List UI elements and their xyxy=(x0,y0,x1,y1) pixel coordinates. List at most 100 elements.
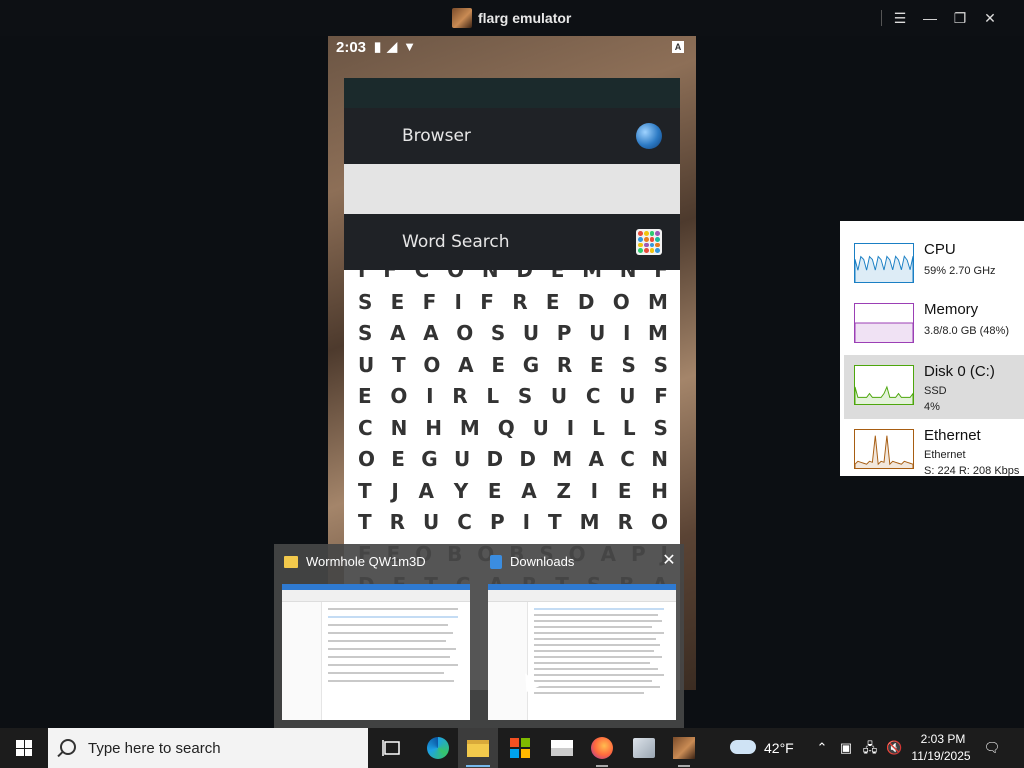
start-button[interactable] xyxy=(0,728,48,768)
word-search-letter[interactable]: A xyxy=(458,353,473,377)
word-search-letter[interactable]: C xyxy=(586,384,601,408)
word-search-letter[interactable]: F xyxy=(423,290,437,314)
task-manager-item[interactable]: Memory 3.8/8.0 GB (48%) xyxy=(844,293,1024,357)
word-search-letter[interactable]: F xyxy=(654,270,668,282)
word-search-letter[interactable]: A xyxy=(390,321,405,345)
word-search-letter[interactable]: O xyxy=(358,447,375,471)
word-search-letter[interactable]: R xyxy=(452,384,467,408)
word-search-letter[interactable]: O xyxy=(447,270,464,282)
thumbnail-close-button[interactable]: ✕ xyxy=(658,550,680,572)
word-search-letter[interactable]: I xyxy=(523,510,530,534)
thumbnail-downloads[interactable]: Downloads ✕ xyxy=(480,544,684,728)
word-search-letter[interactable]: U xyxy=(589,321,605,345)
word-search-letter[interactable]: C xyxy=(620,447,635,471)
word-search-letter[interactable]: C xyxy=(358,416,373,440)
task-manager-item[interactable]: Disk 0 (C:) SSD 4% xyxy=(844,355,1024,419)
word-search-letter[interactable]: S xyxy=(653,416,667,440)
word-search-letter[interactable]: E xyxy=(488,479,502,503)
word-search-letter[interactable]: S xyxy=(518,384,532,408)
word-search-letter[interactable]: C xyxy=(457,510,472,534)
taskbar-search-box[interactable]: Type here to search xyxy=(48,728,368,768)
microsoft-store-button[interactable] xyxy=(500,728,540,768)
clock-time[interactable]: 2:03 PM xyxy=(916,732,970,746)
word-search-letter[interactable]: H xyxy=(425,416,442,440)
chevron-up-icon[interactable]: ⌃ xyxy=(814,740,830,756)
recent-card-browser[interactable]: Browser xyxy=(344,108,680,214)
word-search-letter[interactable]: M xyxy=(460,416,480,440)
word-search-letter[interactable]: Q xyxy=(498,416,515,440)
word-search-letter[interactable]: A xyxy=(423,321,438,345)
word-search-letter[interactable]: E xyxy=(491,353,505,377)
word-search-letter[interactable]: D xyxy=(486,447,503,471)
edge-button[interactable] xyxy=(418,728,458,768)
word-search-letter[interactable]: N xyxy=(482,270,499,282)
word-search-letter[interactable]: M xyxy=(648,321,668,345)
word-search-letter[interactable]: O xyxy=(456,321,473,345)
meet-now-icon[interactable]: ▣ xyxy=(838,740,854,756)
word-search-letter[interactable]: U xyxy=(533,416,549,440)
word-search-letter[interactable]: S xyxy=(654,353,668,377)
word-search-letter[interactable]: F xyxy=(654,384,668,408)
word-search-letter[interactable]: O xyxy=(423,353,440,377)
word-search-letter[interactable]: L xyxy=(486,384,499,408)
word-search-letter[interactable]: U xyxy=(358,353,374,377)
word-search-letter[interactable]: R xyxy=(557,353,572,377)
restore-button[interactable]: ❐ xyxy=(950,8,970,28)
word-search-letter[interactable]: G xyxy=(421,447,437,471)
word-search-letter[interactable]: E xyxy=(590,353,604,377)
word-search-letter[interactable]: I xyxy=(591,479,598,503)
clock-date[interactable]: 11/19/2025 xyxy=(908,749,974,763)
word-search-letter[interactable]: A xyxy=(419,479,434,503)
word-search-letter[interactable]: U xyxy=(551,384,567,408)
notifications-icon[interactable]: 🗨 xyxy=(982,740,1002,756)
app-button[interactable] xyxy=(624,728,664,768)
word-search-letter[interactable]: T xyxy=(358,479,372,503)
word-search-letter[interactable]: D xyxy=(578,290,595,314)
word-search-letter[interactable]: S xyxy=(358,321,372,345)
word-search-letter[interactable]: M xyxy=(648,290,668,314)
word-search-letter[interactable]: E xyxy=(358,384,372,408)
word-search-letter[interactable]: E xyxy=(391,447,405,471)
word-search-letter[interactable]: E xyxy=(551,270,565,282)
menu-icon[interactable]: ☰ xyxy=(890,8,910,28)
word-search-letter[interactable]: S xyxy=(621,353,635,377)
word-search-letter[interactable]: M xyxy=(582,270,602,282)
word-search-letter[interactable]: N xyxy=(651,447,668,471)
word-search-letter[interactable]: N xyxy=(620,270,637,282)
word-search-letter[interactable]: I xyxy=(455,290,462,314)
word-search-letter[interactable]: T xyxy=(548,510,562,534)
word-search-letter[interactable]: P xyxy=(490,510,505,534)
task-view-button[interactable] xyxy=(372,728,412,768)
word-search-letter[interactable]: C xyxy=(415,270,430,282)
minimize-button[interactable]: — xyxy=(920,8,940,28)
file-explorer-button[interactable] xyxy=(458,728,498,768)
thumbnail-wormhole[interactable]: Wormhole QW1m3D xyxy=(274,544,478,728)
word-search-letter[interactable]: T xyxy=(392,353,406,377)
word-search-letter[interactable]: D xyxy=(516,270,533,282)
word-search-letter[interactable]: G xyxy=(523,353,539,377)
word-search-letter[interactable]: I xyxy=(567,416,574,440)
volume-muted-icon[interactable]: 🔇 xyxy=(886,740,902,756)
recent-card-word-search[interactable]: Word Search xyxy=(344,214,680,270)
word-search-letter[interactable]: O xyxy=(390,384,407,408)
word-search-letter[interactable]: P xyxy=(557,321,572,345)
close-button[interactable]: ✕ xyxy=(980,8,1000,28)
word-search-letter[interactable]: E xyxy=(618,479,632,503)
word-search-letter[interactable]: E xyxy=(391,290,405,314)
recent-card-hidden[interactable] xyxy=(344,78,680,108)
word-search-letter[interactable]: O xyxy=(651,510,668,534)
word-search-letter[interactable]: M xyxy=(580,510,600,534)
word-search-letter[interactable]: D xyxy=(519,447,536,471)
network-icon[interactable]: 🖧 xyxy=(862,740,878,756)
word-search-letter[interactable]: U xyxy=(523,321,539,345)
word-search-letter[interactable]: F xyxy=(383,270,397,282)
word-search-letter[interactable]: Y xyxy=(454,479,468,503)
task-manager-item[interactable]: Ethernet Ethernet S: 224 R: 208 Kbps xyxy=(844,419,1024,476)
word-search-letter[interactable]: U xyxy=(619,384,635,408)
word-search-letter[interactable]: Z xyxy=(556,479,571,503)
task-manager-item[interactable]: CPU 59% 2.70 GHz xyxy=(844,233,1024,297)
word-search-letter[interactable]: I xyxy=(426,384,433,408)
word-search-letter[interactable]: R xyxy=(618,510,633,534)
word-search-letter[interactable]: U xyxy=(423,510,439,534)
word-search-letter[interactable]: T xyxy=(358,510,372,534)
